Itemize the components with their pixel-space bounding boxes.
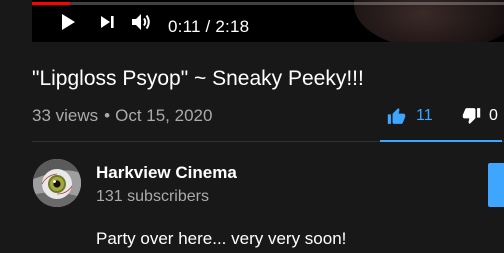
next-button[interactable] [96, 10, 120, 34]
sentiment-bar [380, 140, 502, 142]
next-icon [101, 16, 114, 28]
dislike-button[interactable]: 0 [462, 106, 498, 126]
progress-played [32, 2, 70, 5]
eye-avatar-icon [33, 159, 81, 207]
subscribe-button[interactable] [488, 163, 504, 207]
volume-button[interactable] [130, 10, 154, 34]
video-frame [354, 0, 504, 42]
channel-name[interactable]: Harkview Cinema [96, 162, 237, 184]
like-count: 11 [416, 107, 433, 124]
video-title: "Lipgloss Psyop" ~ Sneaky Peeky!!! [32, 67, 364, 90]
watch-page: 0:11 / 2:18 "Lipgloss Psyop" ~ Sneaky Pe… [0, 0, 504, 253]
time-display: 0:11 / 2:18 [168, 17, 250, 36]
play-button[interactable] [56, 10, 80, 34]
play-icon [62, 14, 75, 30]
like-button[interactable]: 11 [387, 106, 433, 126]
thumbs-down-icon [462, 108, 481, 124]
meta-separator: • [104, 106, 111, 125]
upload-date: Oct 15, 2020 [115, 106, 213, 125]
view-count: 33 views [32, 106, 99, 125]
volume-icon [132, 14, 150, 30]
channel-avatar[interactable] [33, 159, 81, 207]
subscriber-count: 131 subscribers [96, 188, 209, 205]
video-meta: 33 views • Oct 15, 2020 [32, 105, 212, 127]
dislike-count: 0 [489, 107, 498, 124]
progress-bar[interactable] [32, 2, 504, 5]
thumbs-up-icon [387, 108, 406, 124]
video-description: Party over here... very very soon! [96, 229, 347, 248]
video-player[interactable]: 0:11 / 2:18 [32, 0, 504, 42]
